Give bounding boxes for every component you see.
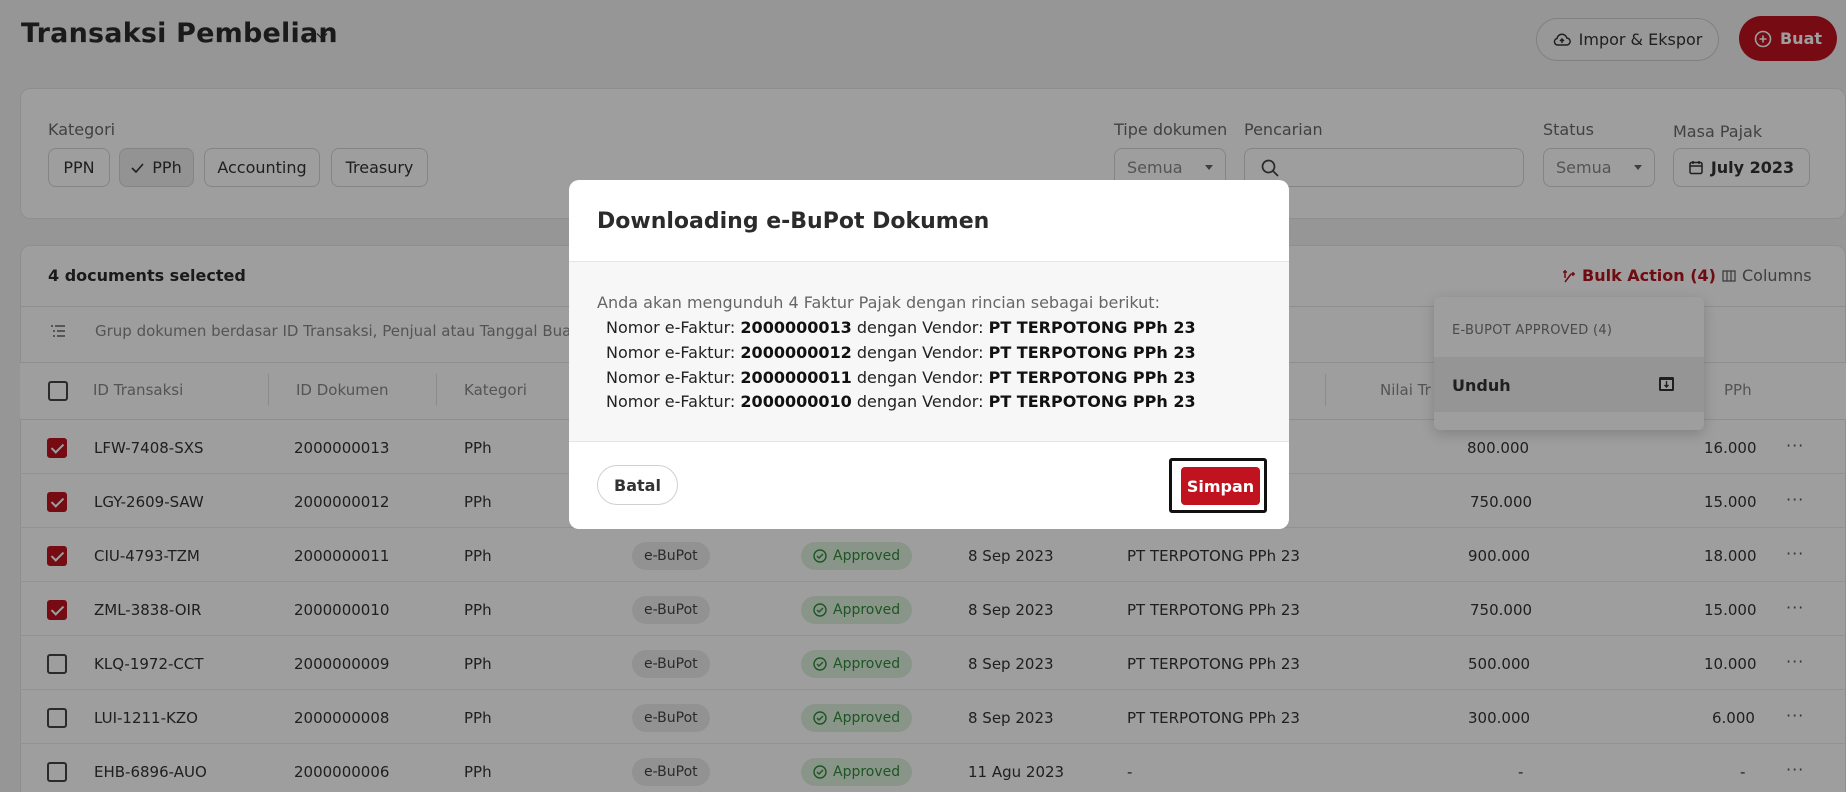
- line-nomor: 2000000011: [740, 368, 852, 387]
- faktur-line: Nomor e-Faktur: 2000000011 dengan Vendor…: [606, 368, 1196, 387]
- line-prefix: Nomor e-Faktur:: [606, 318, 736, 337]
- line-vendor: PT TERPOTONG PPh 23: [988, 368, 1196, 387]
- cancel-button[interactable]: Batal: [597, 465, 678, 505]
- line-vendor: PT TERPOTONG PPh 23: [988, 318, 1196, 337]
- line-vendor: PT TERPOTONG PPh 23: [988, 343, 1196, 362]
- modal-title: Downloading e-BuPot Dokumen: [597, 209, 990, 234]
- faktur-line: Nomor e-Faktur: 2000000012 dengan Vendor…: [606, 343, 1196, 362]
- line-nomor: 2000000013: [740, 318, 852, 337]
- faktur-line: Nomor e-Faktur: 2000000010 dengan Vendor…: [606, 392, 1196, 411]
- line-prefix: Nomor e-Faktur:: [606, 392, 736, 411]
- line-prefix: Nomor e-Faktur:: [606, 343, 736, 362]
- download-modal: Downloading e-BuPot Dokumen Anda akan me…: [569, 180, 1289, 529]
- line-mid: dengan Vendor:: [856, 392, 984, 411]
- line-vendor: PT TERPOTONG PPh 23: [988, 392, 1196, 411]
- line-mid: dengan Vendor:: [856, 368, 984, 387]
- faktur-line: Nomor e-Faktur: 2000000013 dengan Vendor…: [606, 318, 1196, 337]
- line-nomor: 2000000010: [740, 392, 852, 411]
- line-nomor: 2000000012: [740, 343, 852, 362]
- modal-intro: Anda akan mengunduh 4 Faktur Pajak denga…: [597, 293, 1160, 312]
- line-mid: dengan Vendor:: [856, 318, 984, 337]
- line-mid: dengan Vendor:: [856, 343, 984, 362]
- line-prefix: Nomor e-Faktur:: [606, 368, 736, 387]
- save-button[interactable]: Simpan: [1181, 467, 1260, 505]
